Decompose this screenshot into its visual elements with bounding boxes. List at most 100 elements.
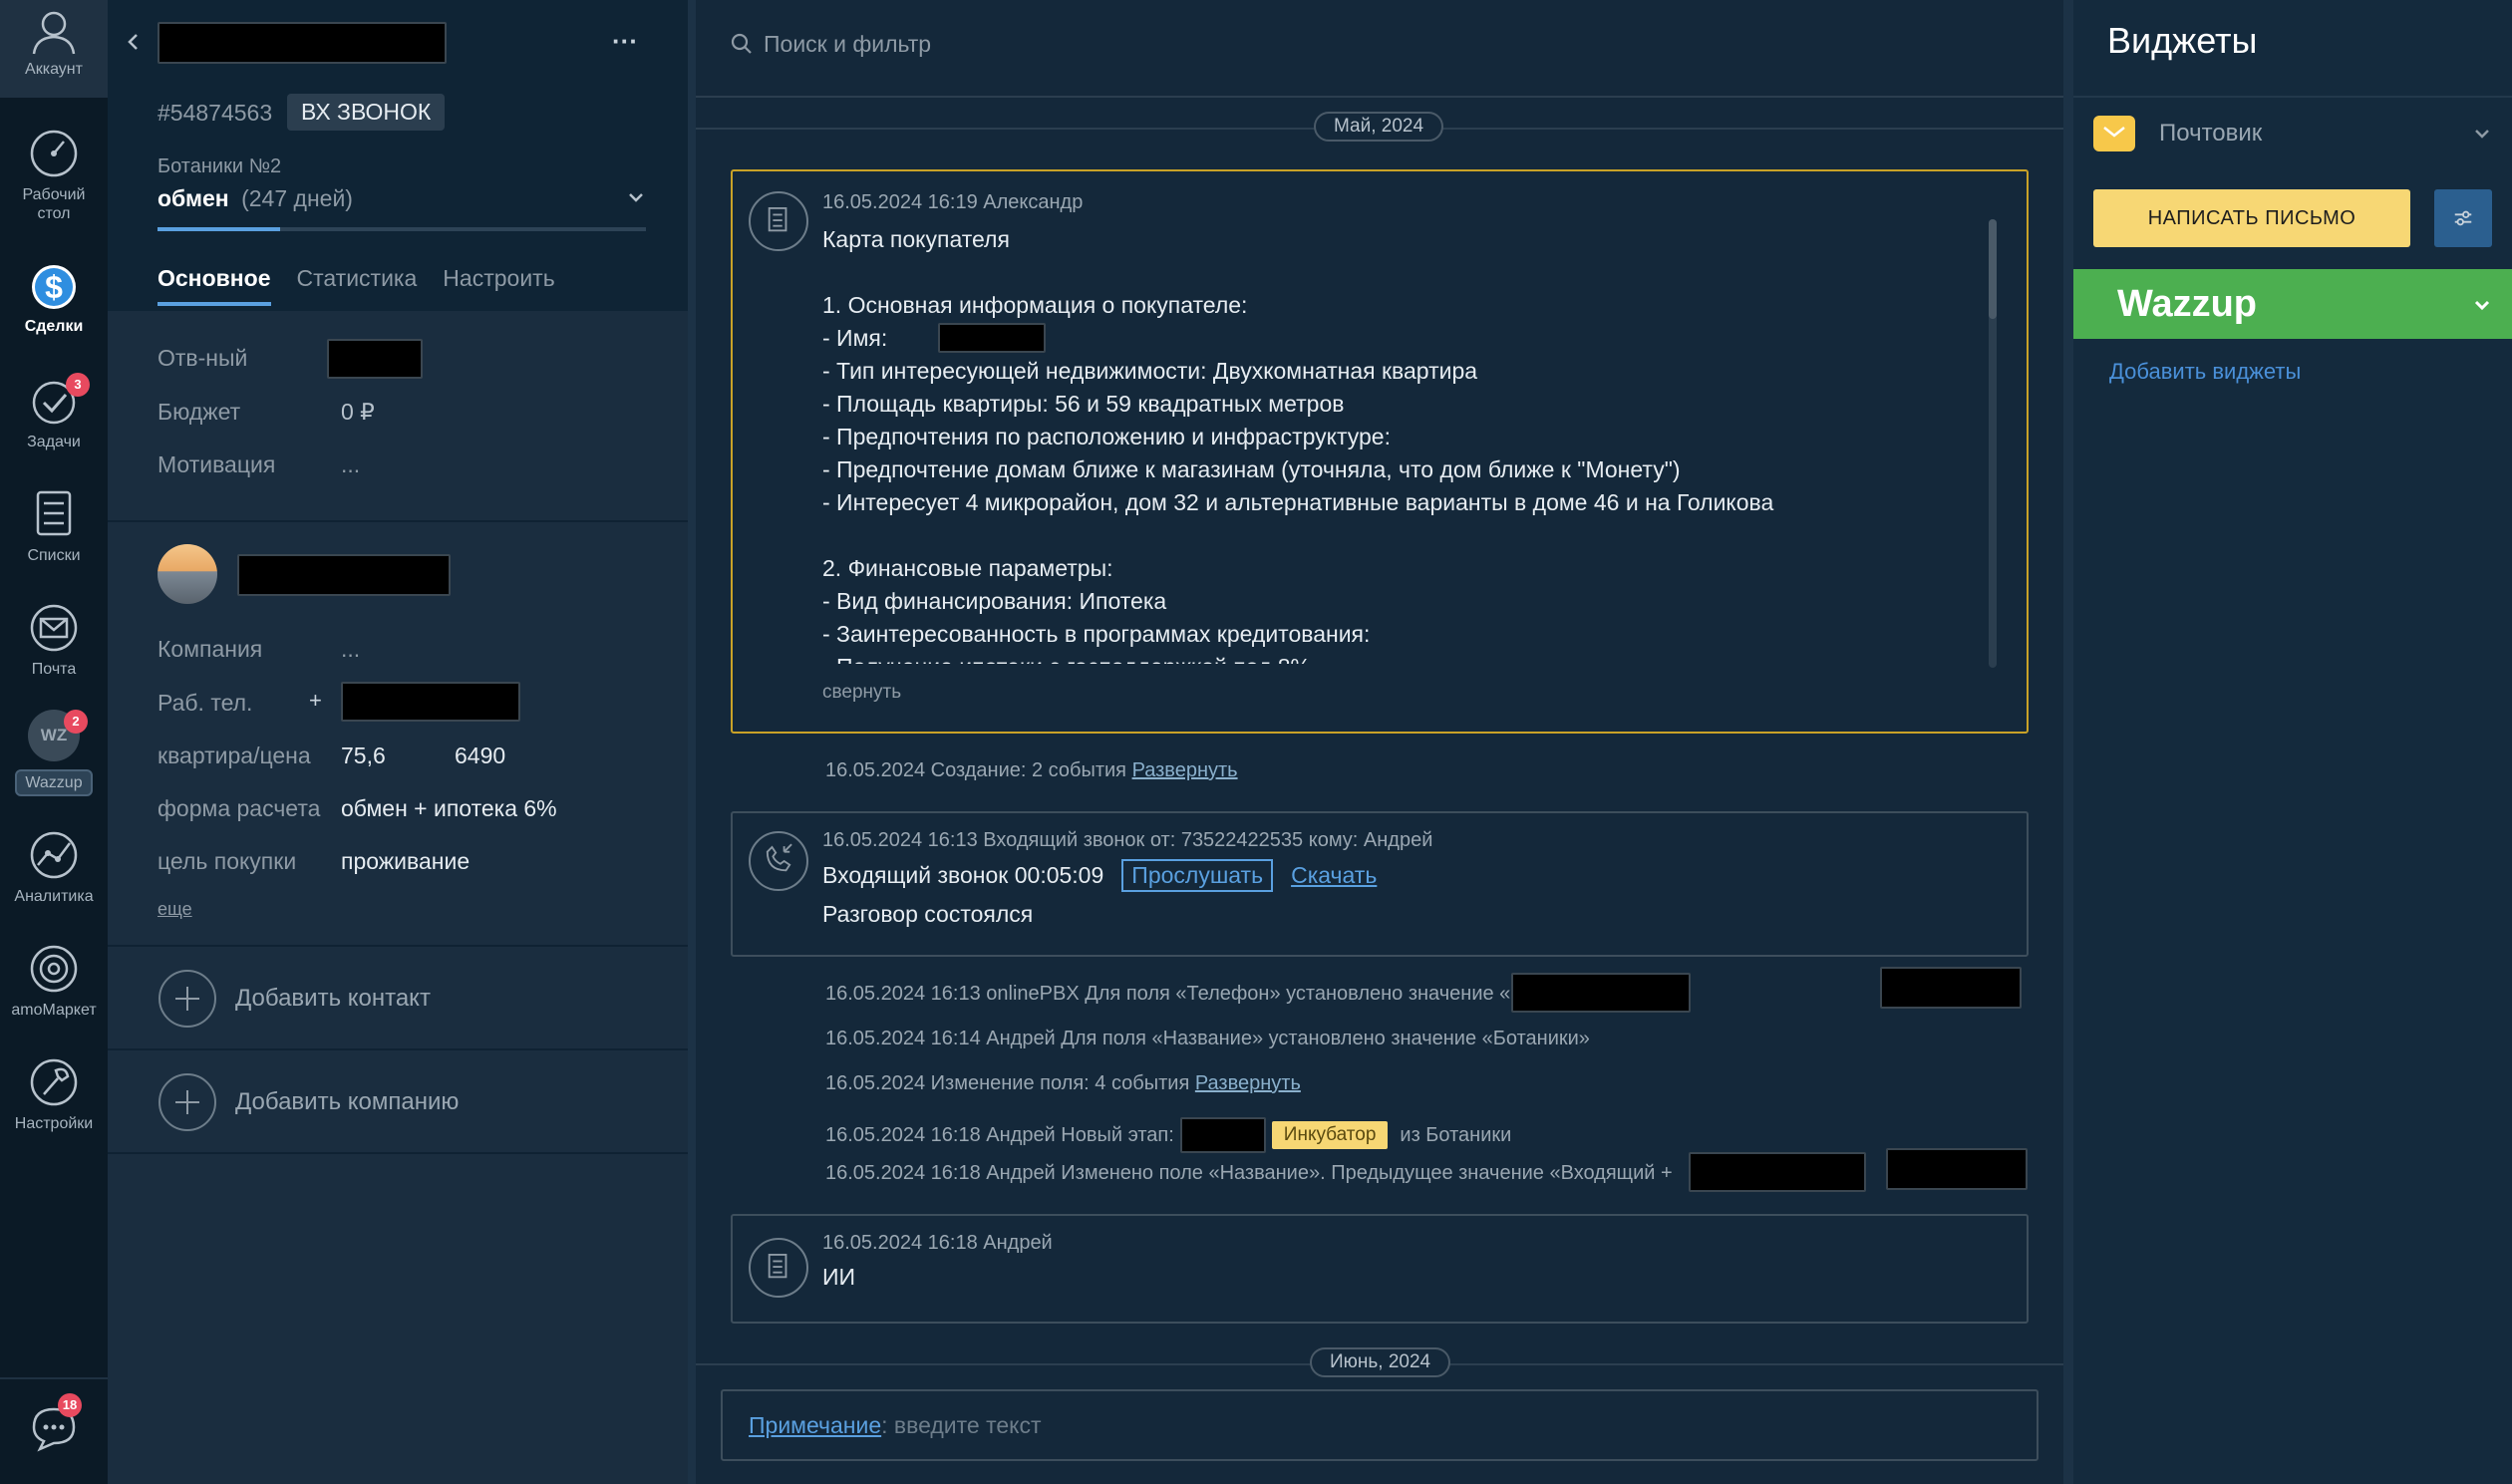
nav-deals-label: Сделки: [24, 318, 84, 335]
download-link[interactable]: Скачать: [1291, 862, 1377, 889]
collapse-link[interactable]: свернуть: [822, 682, 901, 704]
nav-deals[interactable]: $ Сделки: [0, 257, 108, 336]
budget-label: Бюджет: [157, 399, 241, 425]
tab-configure[interactable]: Настроить: [443, 265, 554, 306]
note-line: - Получение ипотеки с господдержкой под …: [822, 651, 1989, 664]
mailer-settings-button[interactable]: [2434, 189, 2492, 247]
note-input[interactable]: : введите текст: [881, 1412, 1041, 1439]
wazzup-avatar-text: WZ: [40, 726, 68, 744]
month-june-badge: Июнь, 2024: [1310, 1347, 1451, 1377]
note-line: - Предпочтение домам ближе к магазинам (…: [822, 456, 1681, 482]
contact-name-redacted[interactable]: [237, 554, 451, 596]
nav-analytics-label: Аналитика: [14, 888, 94, 905]
nav-tasks[interactable]: 3 Задачи: [0, 373, 108, 451]
dollar-icon: $: [32, 265, 76, 309]
company-value[interactable]: ...: [341, 636, 360, 663]
nav-wazzup[interactable]: WZ 2 Wazzup: [0, 708, 108, 796]
event-rename: 16.05.2024 16:18 Андрей Изменено поле «Н…: [825, 1162, 1673, 1184]
nav-tasks-label: Задачи: [27, 434, 81, 450]
note-text: ИИ: [822, 1264, 856, 1290]
stage-redacted: [1179, 1117, 1266, 1153]
nav-amomarket[interactable]: amoМаркет: [0, 941, 108, 1020]
mailer-widget-header[interactable]: Почтовик: [2093, 110, 2492, 157]
call-result: Разговор состоялся: [822, 901, 1034, 927]
work-phone-redacted[interactable]: [341, 682, 520, 722]
lead-tag[interactable]: ВХ ЗВОНОК: [287, 94, 446, 131]
search-bar[interactable]: Поиск и фильтр: [730, 24, 1427, 64]
scrollbar-thumb[interactable]: [1989, 219, 1997, 319]
analytics-chart-icon: [30, 831, 78, 879]
nav-settings[interactable]: Настройки: [0, 1054, 108, 1133]
apartment-area-value[interactable]: 75,6: [341, 742, 386, 769]
note-meta: 16.05.2024 16:19 Александр: [822, 191, 1084, 213]
nav-account[interactable]: Аккаунт: [0, 0, 108, 98]
nav-wazzup-label: Wazzup: [15, 769, 93, 796]
note-type-link[interactable]: Примечание: [749, 1412, 881, 1439]
note-line: 2. Финансовые параметры:: [822, 555, 1113, 581]
event-phone-set: 16.05.2024 16:13 onlinePBX Для поля «Тел…: [825, 983, 1510, 1006]
stage-name: обмен: [157, 185, 229, 211]
tab-statistics[interactable]: Статистика: [297, 265, 418, 306]
write-letter-button[interactable]: НАПИСАТЬ ПИСЬМО: [2093, 189, 2410, 247]
plus-circle-icon: [158, 1073, 216, 1131]
creation-events: 16.05.2024 Создание: 2 события Развернут…: [825, 759, 1238, 782]
tasks-badge: 3: [66, 373, 90, 397]
dashboard-gauge-icon: [30, 130, 78, 177]
note-card-ai[interactable]: 16.05.2024 16:18 Андрей ИИ: [731, 1214, 2029, 1324]
search-input[interactable]: Поиск и фильтр: [764, 31, 931, 58]
apartment-price-value[interactable]: 6490: [455, 742, 505, 769]
listen-button[interactable]: Прослушать: [1121, 859, 1274, 892]
add-company-button[interactable]: Добавить компанию: [157, 1072, 459, 1132]
chevron-down-icon: [2474, 300, 2490, 311]
stage-progress-bar: [157, 227, 646, 231]
add-contact-button[interactable]: Добавить контакт: [157, 969, 431, 1029]
add-phone-button[interactable]: +: [309, 688, 322, 714]
note-scrollbar[interactable]: [1989, 219, 1997, 668]
apartment-price-label: квартира/цена: [157, 742, 311, 768]
pipeline-name: Ботаники №2: [157, 155, 282, 177]
section-divider: [108, 1048, 688, 1050]
back-chevron-icon[interactable]: [124, 32, 144, 52]
expand-link[interactable]: Развернуть: [1195, 1072, 1301, 1094]
tab-main[interactable]: Основное: [157, 265, 271, 306]
nav-dashboard-label: Рабочий стол: [22, 186, 86, 222]
motivation-value[interactable]: ...: [341, 451, 360, 478]
payment-form-value[interactable]: обмен + ипотека 6%: [341, 795, 557, 822]
nav-analytics[interactable]: Аналитика: [0, 827, 108, 906]
call-card: 16.05.2024 16:13 Входящий звонок от: 735…: [731, 811, 2029, 957]
left-nav: Аккаунт Рабочий стол $ Сделки 3 Задачи С…: [0, 0, 108, 1484]
user-icon: [32, 11, 76, 55]
old-name-redacted: [1689, 1152, 1866, 1192]
responsible-label: Отв-ный: [157, 345, 248, 371]
nav-dashboard[interactable]: Рабочий стол: [0, 126, 108, 223]
more-options-icon[interactable]: ···: [612, 26, 638, 57]
section-divider: [108, 945, 688, 947]
nav-lists[interactable]: Списки: [0, 486, 108, 565]
note-composer[interactable]: Примечание : введите текст: [721, 1389, 2039, 1461]
note-card-buyer[interactable]: 16.05.2024 16:19 Александр Карта покупат…: [731, 169, 2029, 734]
motivation-label: Мотивация: [157, 451, 276, 477]
expand-link[interactable]: Развернуть: [1132, 759, 1238, 781]
budget-value[interactable]: 0 ₽: [341, 399, 375, 426]
responsible-value-redacted[interactable]: [327, 339, 423, 379]
event-phone-text: 16.05.2024 16:13 onlinePBX Для поля «Тел…: [825, 983, 1511, 1005]
wazzup-badge: 2: [64, 710, 88, 734]
lead-title-redacted[interactable]: [157, 22, 447, 64]
stage-selector[interactable]: обмен (247 дней): [157, 185, 646, 217]
envelope-icon: [30, 604, 78, 652]
card-tabs: Основное Статистика Настроить: [157, 265, 555, 306]
nav-mail[interactable]: Почта: [0, 600, 108, 679]
add-widgets-link[interactable]: Добавить виджеты: [2109, 359, 2301, 385]
section-divider: [108, 1152, 688, 1154]
incoming-call-icon: [749, 831, 808, 891]
contact-avatar[interactable]: [157, 544, 217, 604]
chat-badge: 18: [58, 1393, 82, 1417]
buyer-name-redacted: [938, 323, 1046, 353]
purchase-goal-value[interactable]: проживание: [341, 848, 470, 875]
mail-envelope-icon: [2093, 116, 2135, 151]
event-name-set: 16.05.2024 16:14 Андрей Для поля «Назван…: [825, 1028, 1590, 1049]
nav-chat[interactable]: 18: [0, 1393, 108, 1455]
more-fields-link[interactable]: еще: [157, 899, 192, 920]
call-meta: 16.05.2024 16:13 Входящий звонок от: 735…: [822, 829, 1433, 851]
wazzup-widget-header[interactable]: Wazzup: [2073, 269, 2512, 339]
